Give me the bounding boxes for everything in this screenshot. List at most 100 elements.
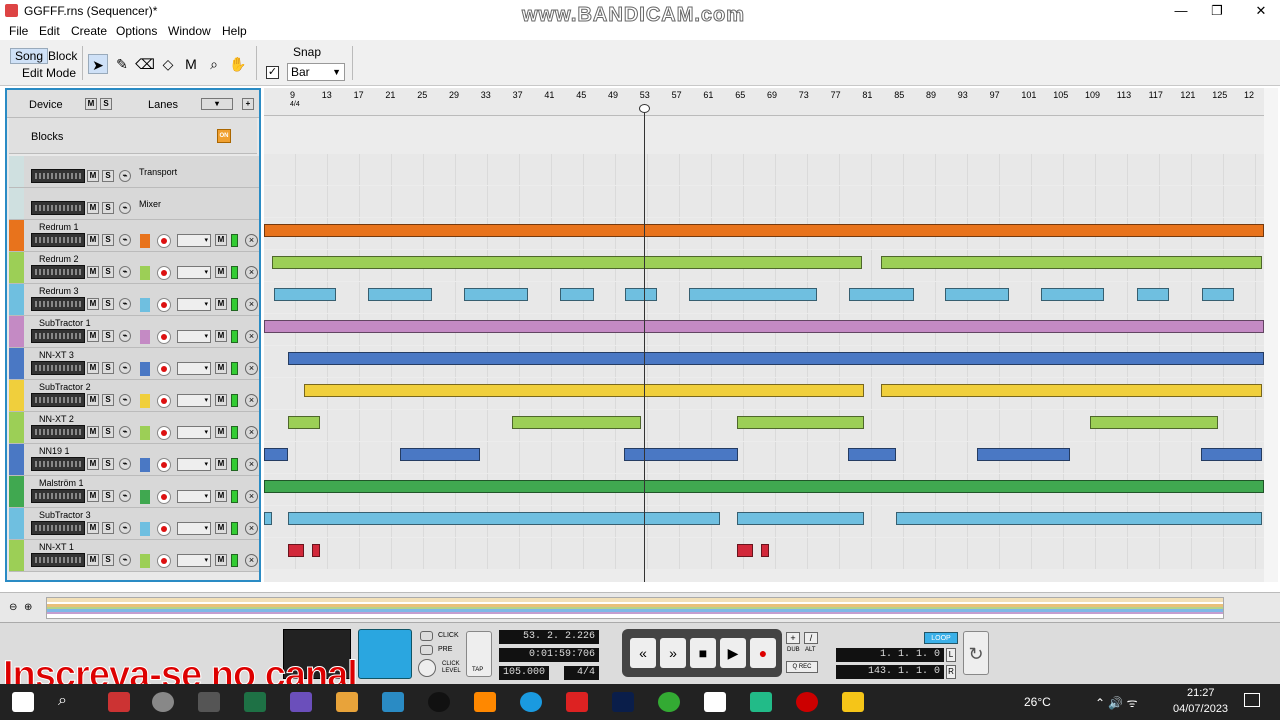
track-lane[interactable] [264, 314, 1264, 345]
track-lane[interactable] [264, 378, 1264, 409]
track-row[interactable]: SubTractor 2 M S ⌁ ▾ M × [9, 380, 259, 412]
close-button[interactable]: ✕ [1246, 2, 1276, 20]
delete-lane-icon[interactable]: × [245, 266, 258, 279]
monitor-indicator[interactable] [231, 234, 238, 247]
maximize-button[interactable]: ❐ [1202, 2, 1232, 20]
delete-lane-icon[interactable]: × [245, 426, 258, 439]
mute-button[interactable]: M [87, 330, 99, 342]
lane-mute-button[interactable]: M [215, 458, 227, 470]
pre-toggle[interactable] [420, 645, 433, 655]
mute-button[interactable]: M [87, 362, 99, 374]
lane-selector[interactable]: ▾ [177, 490, 211, 503]
monitor-indicator[interactable] [231, 394, 238, 407]
record-enable-button[interactable] [157, 490, 171, 504]
click-level-knob[interactable] [418, 659, 436, 677]
tray-icons[interactable]: ⌃ 🔊 ᯤ [1095, 694, 1138, 711]
note-clip[interactable] [400, 448, 480, 461]
track-lane[interactable] [264, 442, 1264, 473]
block-mode-button[interactable]: Block [48, 49, 77, 63]
app-icon[interactable] [290, 692, 312, 712]
automation-icon[interactable]: ⌁ [119, 202, 131, 214]
note-clip[interactable] [288, 544, 304, 557]
lane-selector[interactable]: ▾ [177, 394, 211, 407]
loop-toggle-icon[interactable]: ↻ [963, 631, 989, 675]
record-enable-button[interactable] [157, 266, 171, 280]
note-clip[interactable] [689, 288, 817, 301]
lane-selector[interactable]: ▾ [177, 234, 211, 247]
alt-button[interactable]: / [804, 632, 818, 644]
device-thumbnail[interactable] [31, 393, 85, 407]
solo-button[interactable]: S [102, 298, 114, 310]
track-row[interactable]: SubTractor 3 M S ⌁ ▾ M × [9, 508, 259, 540]
solo-button[interactable]: S [102, 490, 114, 502]
track-lane[interactable] [264, 410, 1264, 441]
snap-select[interactable]: Bar ▼ [287, 63, 345, 81]
mute-tool-icon[interactable]: M [181, 54, 201, 74]
track-row[interactable]: NN-XT 1 M S ⌁ ▾ M × [9, 540, 259, 572]
record-enable-button[interactable] [157, 458, 171, 472]
track-lane[interactable] [264, 346, 1264, 377]
razor-tool-icon[interactable]: ◇ [158, 54, 178, 74]
menu-file[interactable]: File [9, 24, 28, 38]
add-lane-icon[interactable]: + [242, 98, 254, 110]
note-clip[interactable] [304, 384, 864, 397]
note-clip[interactable] [288, 352, 1264, 365]
track-lane[interactable] [264, 218, 1264, 249]
app-icon[interactable] [108, 692, 130, 712]
lane-selector[interactable]: ▾ [177, 426, 211, 439]
lane-mute-button[interactable]: M [215, 266, 227, 278]
hand-tool-icon[interactable]: ✋ [228, 54, 248, 74]
note-clip[interactable] [1041, 288, 1104, 301]
solo-button[interactable]: S [102, 554, 114, 566]
arrow-tool-icon[interactable]: ➤ [88, 54, 108, 74]
app-icon[interactable] [198, 692, 220, 712]
lane-mute-button[interactable]: M [215, 234, 227, 246]
signature-display[interactable]: 4/4 [564, 666, 599, 680]
notifications-icon[interactable] [1244, 693, 1260, 707]
playhead-handle[interactable] [639, 104, 650, 113]
left-locator-button[interactable]: L [946, 648, 956, 662]
note-clip[interactable] [368, 288, 432, 301]
note-clip[interactable] [264, 448, 288, 461]
monitor-indicator[interactable] [231, 490, 238, 503]
dub-button[interactable]: + [786, 632, 800, 644]
delete-lane-icon[interactable]: × [245, 490, 258, 503]
track-lane[interactable] [264, 250, 1264, 281]
note-clip[interactable] [264, 512, 272, 525]
note-clip[interactable] [881, 256, 1262, 269]
mute-button[interactable]: M [87, 234, 99, 246]
snap-checkbox[interactable]: ✓ [266, 66, 279, 79]
lane-mute-button[interactable]: M [215, 298, 227, 310]
track-row[interactable]: Mixer M S ⌁ [9, 188, 259, 220]
mute-button[interactable]: M [87, 298, 99, 310]
device-thumbnail[interactable] [31, 201, 85, 215]
note-clip[interactable] [464, 288, 528, 301]
note-clip[interactable] [624, 448, 738, 461]
record-icon[interactable]: ● [750, 638, 776, 668]
play-icon[interactable]: ▶ [720, 638, 746, 668]
lane-mute-button[interactable]: M [215, 330, 227, 342]
solo-button[interactable]: S [102, 362, 114, 374]
note-clip[interactable] [288, 416, 320, 429]
lane-selector[interactable]: ▾ [177, 298, 211, 311]
mute-button[interactable]: M [87, 170, 99, 182]
note-clip[interactable] [849, 288, 914, 301]
loop-button[interactable]: LOOP [924, 632, 958, 644]
menu-edit[interactable]: Edit [39, 24, 60, 38]
solo-button[interactable]: S [102, 426, 114, 438]
app-icon[interactable] [152, 692, 174, 712]
device-thumbnail[interactable] [31, 521, 85, 535]
monitor-indicator[interactable] [231, 458, 238, 471]
lane-mute-button[interactable]: M [215, 554, 227, 566]
device-thumbnail[interactable] [31, 425, 85, 439]
vertical-scrollbar[interactable] [1264, 88, 1278, 582]
track-lane[interactable] [264, 154, 1264, 185]
note-clip[interactable] [274, 288, 336, 301]
lane-selector[interactable]: ▾ [177, 266, 211, 279]
delete-lane-icon[interactable]: × [245, 362, 258, 375]
track-row[interactable]: Redrum 1 M S ⌁ ▾ M × [9, 220, 259, 252]
track-row[interactable]: SubTractor 1 M S ⌁ ▾ M × [9, 316, 259, 348]
automation-icon[interactable]: ⌁ [119, 522, 131, 534]
windows-start-icon[interactable] [12, 692, 34, 712]
lanes-dropdown[interactable]: ▾ [201, 98, 233, 110]
